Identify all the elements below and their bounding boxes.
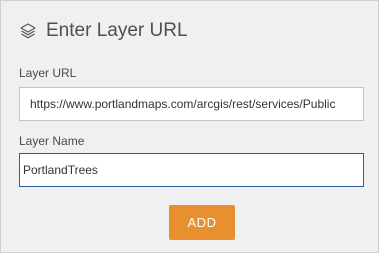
layer-url-input[interactable] (19, 87, 364, 121)
layer-name-input[interactable] (19, 153, 364, 187)
layers-icon (19, 22, 37, 40)
layer-url-label: Layer URL (19, 66, 77, 80)
add-layer-url-panel: Enter Layer URL Layer URL Layer Name ADD (0, 0, 379, 253)
add-button[interactable]: ADD (169, 205, 235, 240)
panel-title: Enter Layer URL (46, 20, 188, 41)
layer-name-label: Layer Name (19, 134, 85, 148)
panel-header: Enter Layer URL (19, 18, 188, 44)
